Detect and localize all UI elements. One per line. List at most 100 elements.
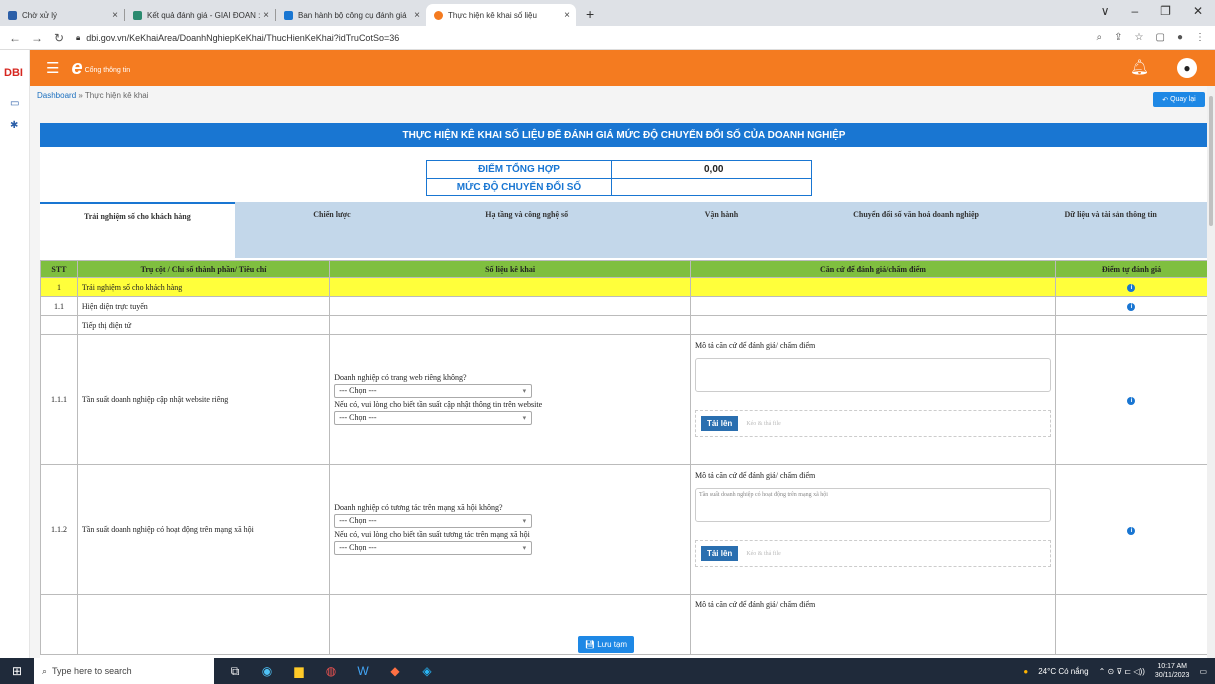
save-draft-button[interactable]: 💾︎ Lưu tạm [578,636,634,653]
lock-icon: 🔒︎ [76,32,81,42]
frequency-select[interactable]: --- Chọn --- [334,410,533,425]
row-data [329,315,691,335]
portal-label[interactable]: Cổng thông tin [85,67,131,74]
profile-avatar[interactable]: ● [1177,32,1183,43]
close-window-button[interactable]: ✕ [1193,4,1203,18]
dbi-logo[interactable]: DBI [4,67,23,79]
edge-icon[interactable]: ◉ [258,663,276,679]
new-tab-button[interactable]: + [586,6,594,22]
row-score [1054,315,1209,335]
hamburger-menu-icon[interactable]: ☰ [46,59,59,77]
row-evidence [689,296,1056,316]
website-select[interactable]: --- Chọn --- [334,383,533,398]
file-explorer-icon[interactable]: ▆ [290,663,308,679]
tray-icons[interactable]: ⌃ ⊙ ⊽ ⊏ ◁)) [1099,667,1145,676]
back-button[interactable]: ↶ Quay lại [1153,92,1205,107]
back-arrow-icon[interactable]: ← [8,31,22,45]
row-name: Tần suất doanh nghiệp có hoạt động trên … [76,464,331,595]
taskbar-search[interactable]: ⌕ Type here to search [34,658,214,684]
browser-tab[interactable]: Chờ xử lý × [0,4,124,26]
close-icon[interactable]: × [414,10,420,21]
window-controls: ∨ – ❐ ✕ [1101,4,1215,18]
clock[interactable]: 10:17 AM 30/11/2023 [1155,662,1190,680]
breadcrumb-current: Thực hiện kê khai [84,91,149,100]
tab-title: Kết quả đánh giá - GIAI ĐOAN : [147,10,261,20]
share-icon[interactable]: ⇪ [1114,32,1122,43]
row-stt: 1.1.2 [40,464,78,595]
info-icon[interactable]: i [1127,284,1136,292]
back-arrow-icon: ↶ [1162,96,1171,104]
clock-time: 10:17 AM [1157,663,1187,670]
sidepanel-icon[interactable]: ▢ [1156,32,1165,43]
forward-arrow-icon[interactable]: → [30,31,44,45]
zoom-icon[interactable]: ⌕ [1097,32,1103,43]
question-label: Nếu có, vui lòng cho biết tần suất cập n… [334,399,543,409]
evidence-textarea[interactable]: Tần suất doanh nghiệp có hoạt động trên … [694,488,1051,522]
url-text: dbi.gov.vn/KeKhaiArea/DoanhNghiepKeKhai/… [86,32,400,43]
row-name: Trải nghiệm số cho khách hàng [76,277,331,297]
tab-operations[interactable]: Vận hành [624,202,819,258]
tab-infrastructure[interactable]: Hạ tầng và công nghệ số [429,202,624,258]
close-icon[interactable]: × [112,10,118,21]
close-icon[interactable]: × [263,10,269,21]
scrollbar-thumb[interactable] [1209,96,1213,226]
table-row: 1.1.2 Tần suất doanh nghiệp có hoạt động… [40,464,1209,595]
word-icon[interactable]: W [354,663,372,679]
tab-customer-experience[interactable]: Trải nghiệm số cho khách hàng [40,202,235,258]
upload-button[interactable]: Tải lên [700,416,739,431]
notification-bell-icon[interactable]: 🔔︎ [1130,58,1149,78]
monitor-icon[interactable]: ▭ [10,98,19,109]
row-score: i [1054,277,1209,297]
tab-search-button[interactable]: ∨ [1101,4,1110,18]
tab-data-assets[interactable]: Dữ liệu và tài sản thông tin [1013,202,1208,258]
row-stt [40,594,78,655]
social-select[interactable]: --- Chọn --- [334,513,533,528]
info-icon[interactable]: i [1127,396,1136,405]
row-evidence [689,277,1056,297]
row-evidence: Mô tả căn cứ để đánh giá/ chấm điểm Tần … [689,464,1056,595]
evidence-textarea[interactable] [694,358,1051,392]
col-self-score: Điểm tự đánh giá [1054,260,1209,278]
table-row: 1 Trải nghiệm số cho khách hàng i [40,277,1209,297]
windows-taskbar: ⊞ ⌕ Type here to search ⧉ ◉ ▆ ◍ W ◆ ◈ ● … [0,658,1215,684]
row-data [329,296,691,316]
notification-center-icon[interactable]: ▭ [1199,667,1207,676]
url-field[interactable]: 🔒︎ dbi.gov.vn/KeKhaiArea/DoanhNghiepKeKha… [76,29,1097,47]
file-dropzone[interactable]: Tải lên Kéo & thả file [694,410,1051,437]
chrome-icon[interactable]: ◍ [322,663,340,679]
reload-icon[interactable]: ↻ [52,31,66,45]
info-icon[interactable]: i [1127,526,1136,535]
question-label: Doanh nghiệp có tương tác trên mạng xã h… [334,502,503,512]
file-dropzone[interactable]: Tải lên Kéo & thả file [694,540,1051,567]
info-icon[interactable]: i [1127,303,1136,311]
windows-start-icon[interactable]: ⊞ [0,664,34,678]
row-name [76,594,331,655]
bookmark-star-icon[interactable]: ☆ [1135,32,1144,43]
breadcrumb-dashboard-link[interactable]: Dashboard [37,91,76,100]
back-button-label: Quay lại [1170,96,1196,103]
app-icon[interactable]: ◈ [418,663,436,679]
tab-strategy[interactable]: Chiến lược [235,202,430,258]
asterisk-icon[interactable]: ✱ [10,120,18,131]
row-score: i [1054,296,1209,316]
user-avatar-icon[interactable]: ● [1177,58,1197,78]
row-stt [40,315,78,335]
favicon-icon [434,10,443,20]
weather-text[interactable]: 24°C Có nắng [1038,667,1088,676]
clock-date: 30/11/2023 [1154,672,1190,679]
minimize-button[interactable]: – [1131,4,1138,18]
upload-button[interactable]: Tải lên [700,546,739,561]
menu-kebab-icon[interactable]: ⋮ [1195,32,1205,43]
task-view-icon[interactable]: ⧉ [226,663,244,679]
social-frequency-select[interactable]: --- Chọn --- [334,540,533,555]
app-icon[interactable]: ◆ [386,663,404,679]
page-scrollbar[interactable] [1207,86,1215,658]
browser-tab-active[interactable]: Thực hiện kê khai số liệu × [426,4,576,26]
maximize-button[interactable]: ❐ [1160,4,1171,18]
row-stt: 1.1.1 [40,334,78,465]
browser-tab[interactable]: Ban hành bộ công cụ đánh giá × [276,4,426,26]
tab-culture[interactable]: Chuyển đổi số văn hoá doanh nghiệp [819,202,1014,258]
browser-tab[interactable]: Kết quả đánh giá - GIAI ĐOAN : × [125,4,275,26]
close-icon[interactable]: × [564,10,570,21]
taskbar-apps: ⧉ ◉ ▆ ◍ W ◆ ◈ [226,663,436,679]
